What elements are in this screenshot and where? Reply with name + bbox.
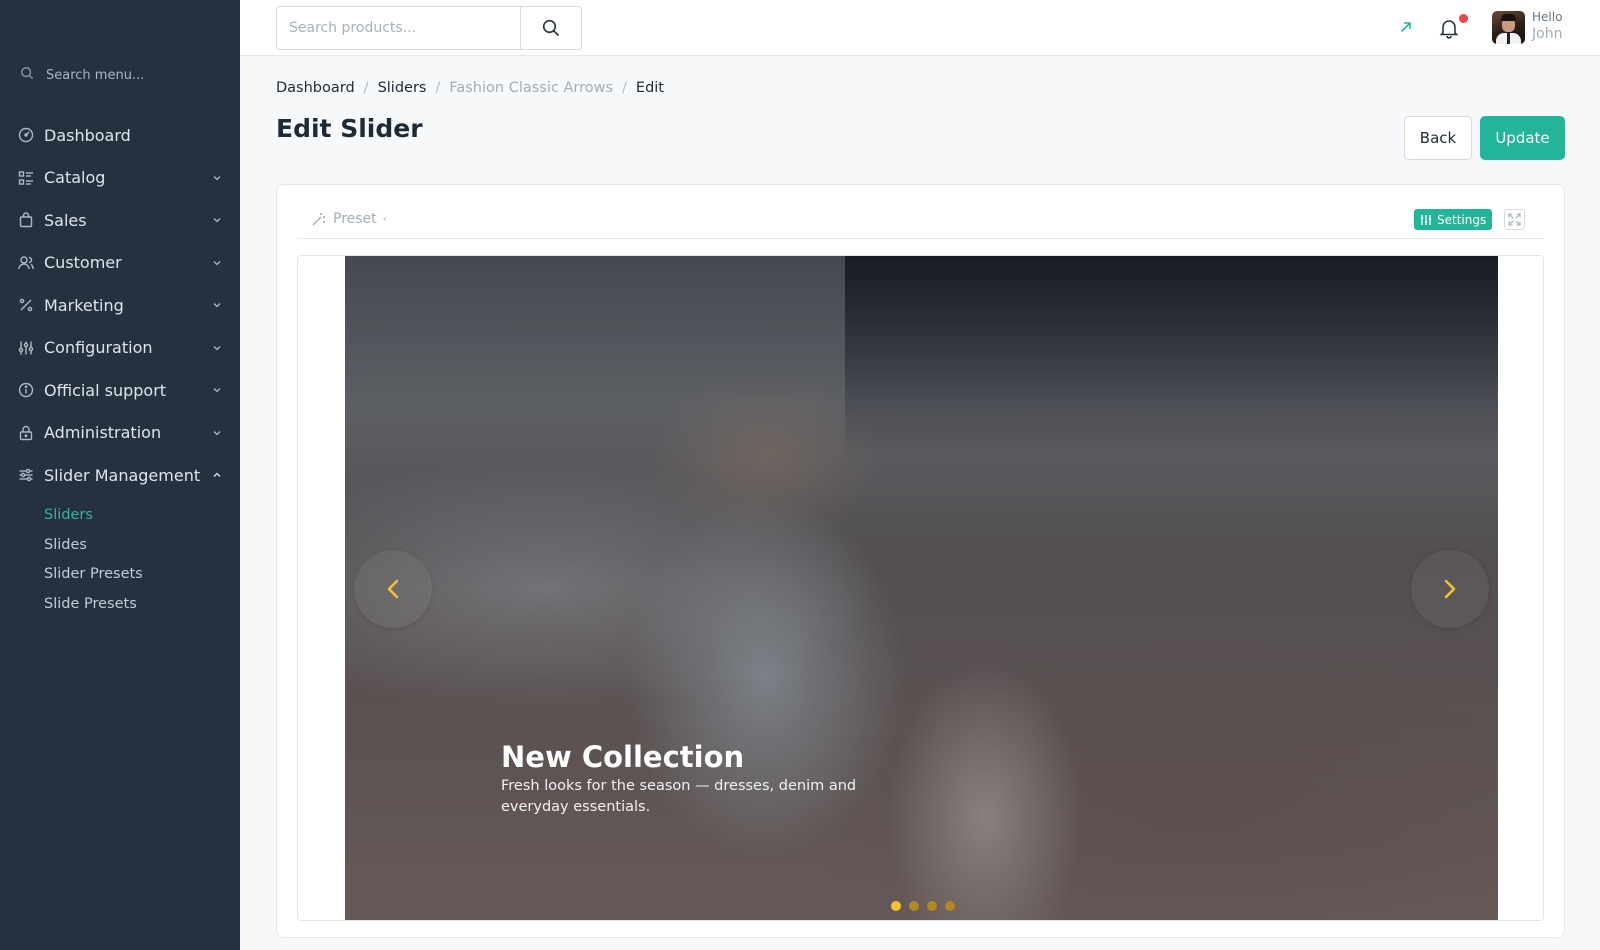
sidebar-subitem-slide-presets[interactable]: Slide Presets (0, 589, 240, 619)
update-button[interactable]: Update (1480, 116, 1565, 160)
sidebar-subitem-slider-presets[interactable]: Slider Presets (0, 560, 240, 590)
chevron-down-icon (213, 345, 221, 351)
slide-image: New Collection Fresh looks for the seaso… (345, 256, 1498, 920)
slider-dot[interactable] (909, 901, 919, 911)
dashboard-icon (18, 127, 34, 143)
search-icon (20, 66, 34, 84)
sidebar-item-catalog[interactable]: Catalog (0, 157, 240, 200)
notification-badge (1459, 14, 1468, 23)
breadcrumb-separator: / (363, 80, 369, 96)
sidebar-item-label: Dashboard (44, 125, 131, 145)
sidebar-item-label: Catalog (44, 168, 106, 188)
sidebar-item-label: Customer (44, 253, 122, 273)
sidebar-item-sales[interactable]: Sales (0, 199, 240, 242)
product-search-button[interactable] (520, 7, 581, 49)
product-search-input[interactable] (277, 7, 521, 49)
chevron-down-icon (213, 430, 221, 436)
slide-overlay (345, 256, 1498, 920)
back-button[interactable]: Back (1404, 116, 1472, 160)
chevron-left-icon (387, 579, 399, 599)
preset-label: Preset (333, 211, 377, 227)
slider-settings-icon (18, 467, 34, 483)
user-greeting: Hello (1532, 10, 1563, 24)
users-icon (18, 255, 34, 271)
sidebar-item-label: Configuration (44, 338, 153, 358)
settings-label: Settings (1437, 212, 1487, 227)
chevron-down-icon (213, 175, 221, 181)
sidebar-item-label: Slider Management (44, 465, 201, 485)
sidebar-search[interactable]: Search menu... (20, 66, 144, 84)
sidebar-item-dashboard[interactable]: Dashboard (0, 114, 240, 157)
sidebar-item-label: Official support (44, 380, 167, 400)
sidebar: Search menu... Dashboard Catalog Sales C… (0, 0, 240, 950)
chevron-right-icon (1444, 579, 1456, 599)
user-name[interactable]: John (1532, 26, 1562, 42)
breadcrumb-separator: / (622, 80, 627, 96)
breadcrumb-slider-name[interactable]: Fashion Classic Arrows (449, 80, 613, 96)
breadcrumb-current: Edit (635, 80, 664, 96)
slider-next-button[interactable] (1411, 550, 1489, 628)
catalog-icon (18, 170, 34, 186)
sidebar-item-label: Administration (44, 423, 162, 443)
sidebar-item-official-support[interactable]: Official support (0, 369, 240, 412)
sidebar-item-label: Sales (44, 210, 87, 230)
breadcrumb: Dashboard / Sliders / Fashion Classic Ar… (276, 80, 664, 96)
slide-title: New Collection (501, 740, 745, 774)
lock-icon (18, 425, 34, 441)
sidebar-item-slider-management[interactable]: Slider Management (0, 454, 240, 497)
preset-dropdown[interactable]: Preset ‹ (311, 211, 387, 227)
slider-prev-button[interactable] (354, 550, 432, 628)
slider-management-submenu: Sliders Slides Slider Presets Slide Pres… (0, 501, 240, 619)
product-search (276, 6, 582, 50)
sliders-icon (18, 340, 34, 356)
slider-dot[interactable] (927, 901, 937, 911)
slide-description: Fresh looks for the season — dresses, de… (501, 778, 857, 815)
sidebar-item-customer[interactable]: Customer (0, 242, 240, 285)
sliders-icon (1420, 214, 1432, 225)
magic-wand-icon (312, 213, 325, 226)
percent-icon (18, 297, 34, 313)
chevron-down-icon (213, 218, 221, 223)
slider-pagination (891, 901, 955, 911)
fullscreen-button[interactable] (1504, 209, 1525, 230)
slider-editor-card: Preset ‹ Settings New Collection Fresh l… (276, 184, 1565, 938)
chevron-down-icon (213, 260, 221, 266)
breadcrumb-separator: / (435, 80, 441, 96)
sidebar-item-administration[interactable]: Administration (0, 412, 240, 455)
sidebar-item-configuration[interactable]: Configuration (0, 327, 240, 370)
slider-dot[interactable] (945, 901, 955, 911)
chevron-down-icon (213, 303, 221, 308)
slider-dot[interactable] (891, 901, 901, 911)
expand-icon (1508, 213, 1521, 226)
sidebar-menu: Dashboard Catalog Sales Customer Marketi… (0, 114, 240, 619)
sidebar-item-label: Marketing (44, 295, 124, 315)
chevron-up-icon (213, 472, 221, 478)
sidebar-item-marketing[interactable]: Marketing (0, 284, 240, 327)
avatar[interactable] (1492, 11, 1525, 44)
page-title: Edit Slider (276, 114, 423, 143)
search-icon (542, 19, 560, 37)
info-icon (18, 382, 34, 398)
shopping-bag-icon (18, 212, 34, 228)
caret-left-icon: ‹ (382, 213, 387, 225)
bell-icon[interactable] (1438, 17, 1460, 39)
chevron-down-icon (213, 388, 221, 393)
slider-preview: New Collection Fresh looks for the seaso… (297, 255, 1544, 921)
settings-button[interactable]: Settings (1414, 209, 1493, 230)
breadcrumb-dashboard[interactable]: Dashboard (276, 80, 355, 96)
sidebar-search-placeholder: Search menu... (46, 67, 145, 83)
editor-toolbar: Preset ‹ Settings (297, 199, 1544, 239)
topbar: Hello John (240, 0, 1600, 56)
breadcrumb-sliders[interactable]: Sliders (378, 80, 427, 96)
sidebar-subitem-slides[interactable]: Slides (0, 530, 240, 560)
sidebar-subitem-sliders[interactable]: Sliders (0, 501, 240, 531)
external-link-arrow-icon[interactable] (1398, 19, 1414, 35)
